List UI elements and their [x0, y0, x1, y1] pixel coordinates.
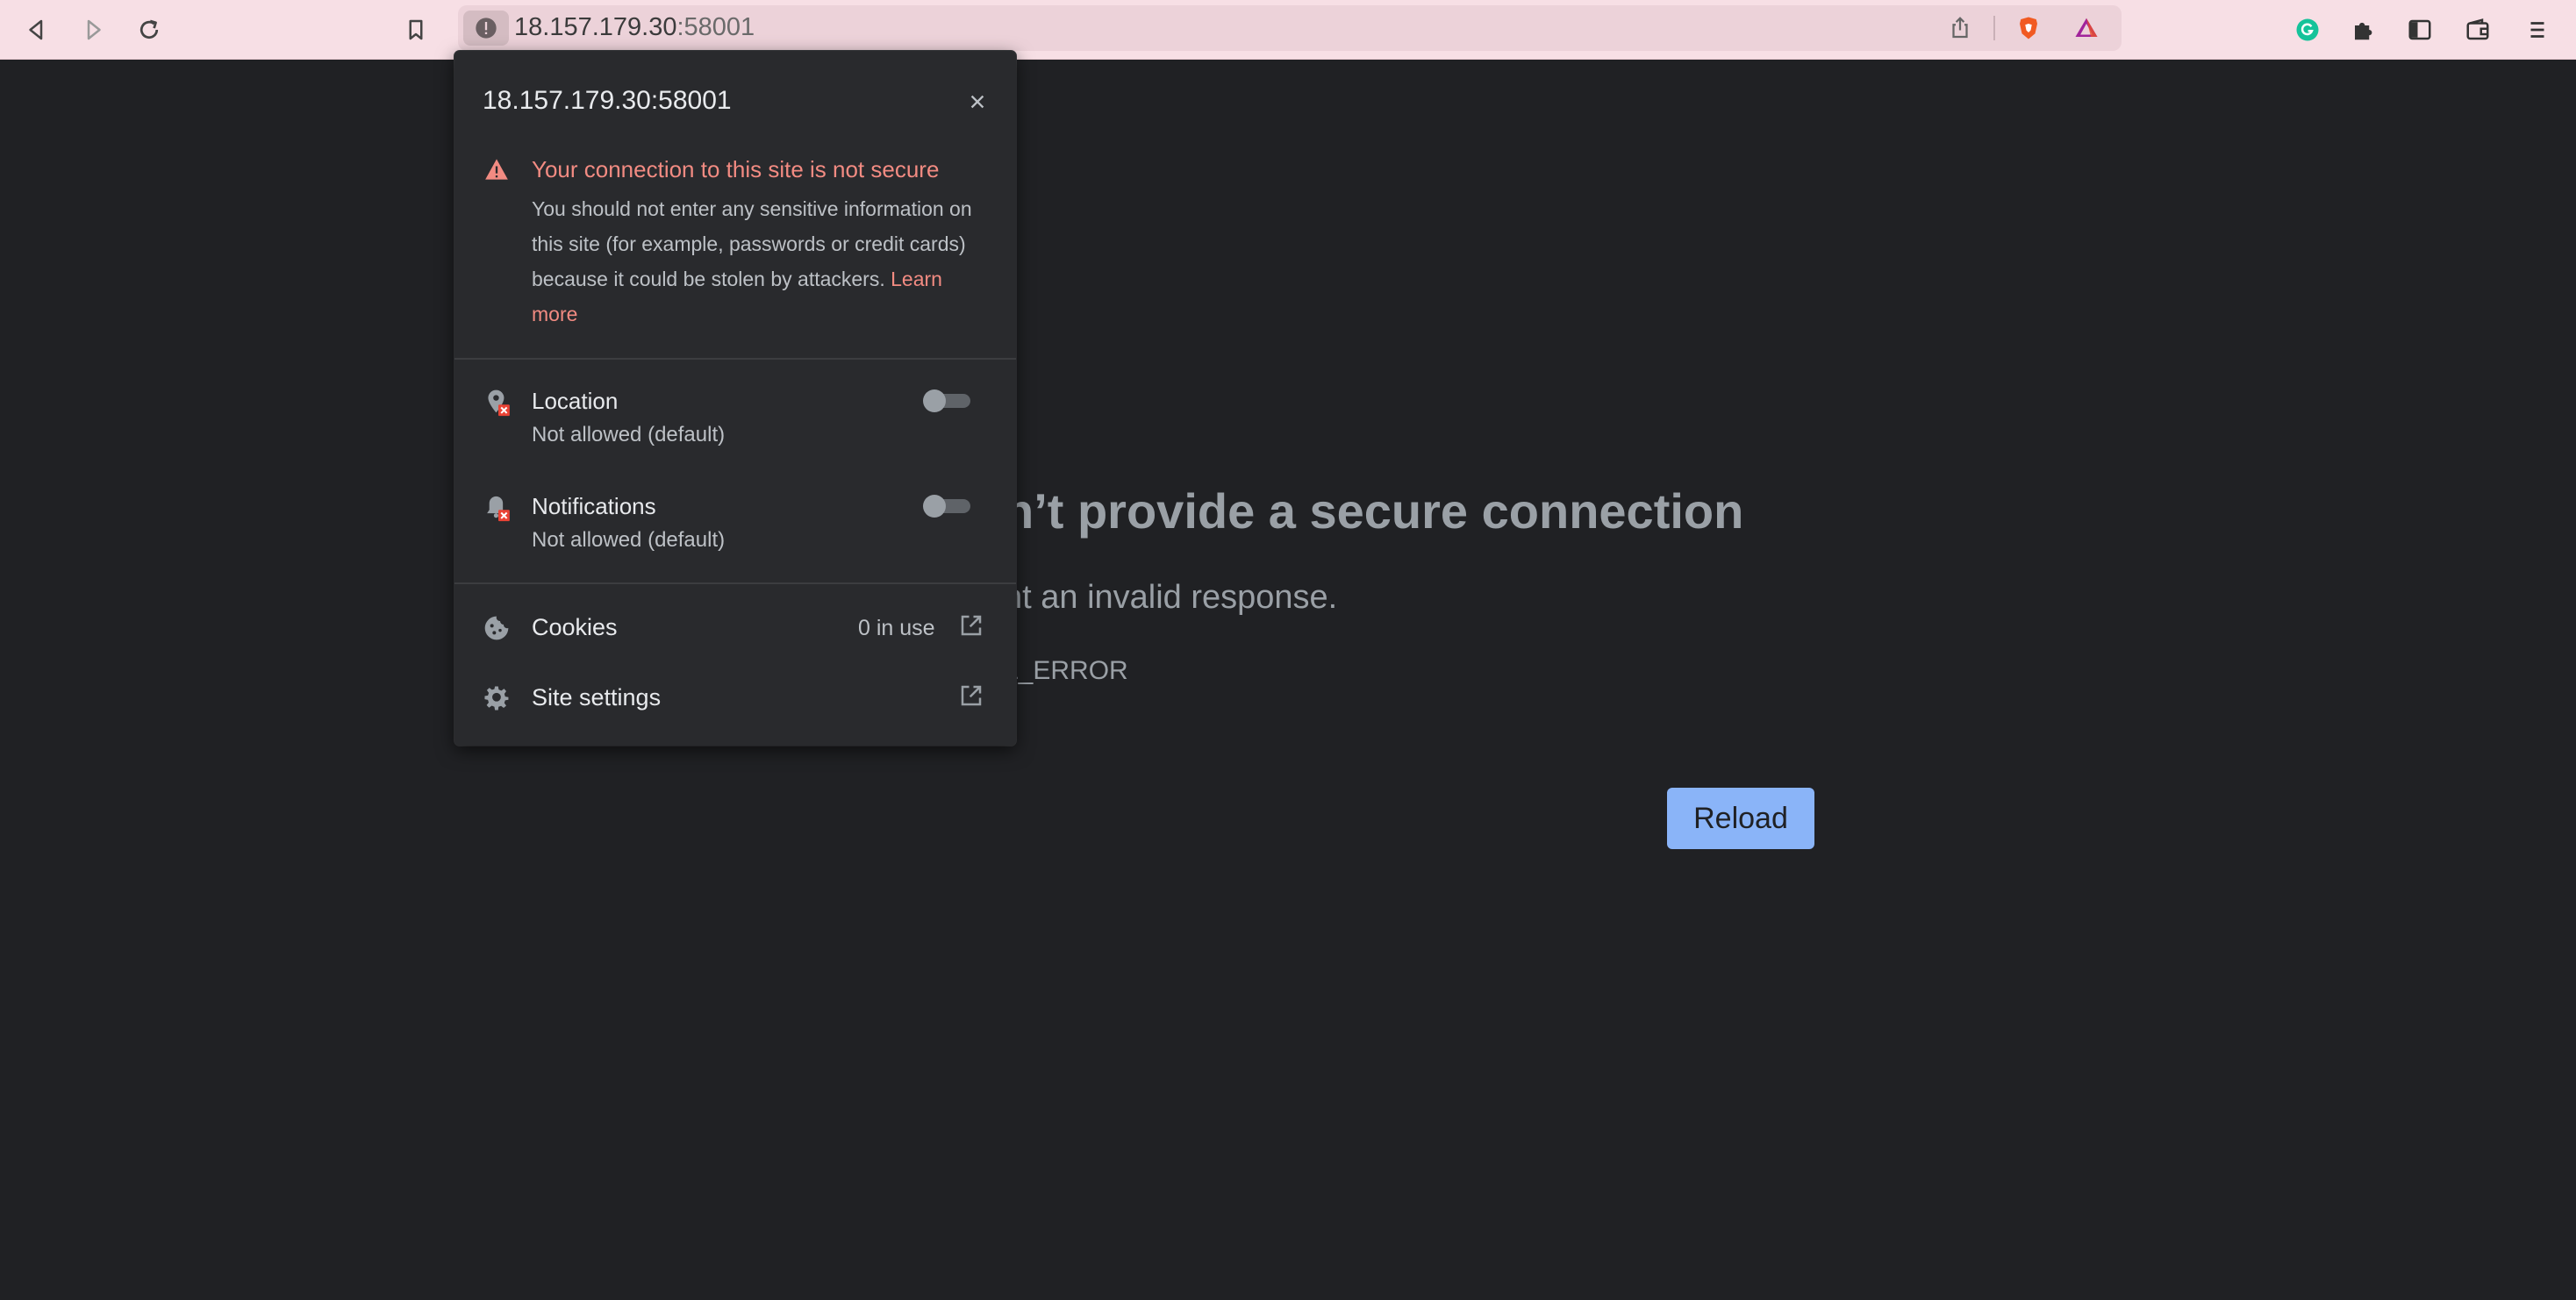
- url-text[interactable]: 18.157.179.30:58001: [514, 13, 755, 42]
- cookies-count: 0 in use: [858, 616, 935, 640]
- info-icon: [476, 18, 497, 39]
- error-title: n’t provide a secure connection: [1004, 483, 1744, 539]
- popup-close-button[interactable]: [960, 84, 995, 119]
- location-toggle[interactable]: [923, 389, 972, 412]
- sidebar-button[interactable]: [2399, 9, 2441, 51]
- reload-button[interactable]: [128, 9, 170, 51]
- back-button[interactable]: [16, 9, 58, 51]
- menu-button[interactable]: [2516, 9, 2558, 51]
- notifications-blocked-icon: [487, 496, 510, 522]
- error-code: L_ERROR: [1004, 656, 1128, 685]
- gear-icon: [484, 686, 509, 711]
- warning-title: Your connection to this site is not secu…: [532, 156, 940, 182]
- extensions-button[interactable]: [2343, 9, 2385, 51]
- close-icon: [970, 95, 984, 109]
- forward-button[interactable]: [72, 9, 114, 51]
- reload-icon: [140, 19, 159, 39]
- share-icon: [1952, 17, 1968, 39]
- cookies-label: Cookies: [532, 614, 618, 640]
- permission-notifications-status: Not allowed (default): [532, 528, 726, 552]
- notifications-toggle[interactable]: [923, 495, 972, 518]
- brave-shields-button[interactable]: [2011, 11, 2046, 46]
- site-info-button[interactable]: [463, 11, 509, 46]
- wallet-button[interactable]: [2457, 9, 2499, 51]
- share-button[interactable]: [1943, 11, 1978, 46]
- reload-page-button[interactable]: Reload: [1667, 788, 1814, 849]
- site-settings-label: Site settings: [532, 684, 662, 711]
- permission-location-label: Location: [532, 388, 619, 414]
- wallet-icon: [2466, 18, 2489, 40]
- popup-site-title: 18.157.179.30:58001: [483, 86, 732, 115]
- brave-rewards-button[interactable]: [2069, 11, 2104, 46]
- grammarly-button[interactable]: [2286, 9, 2329, 51]
- external-link-icon: [961, 685, 982, 706]
- brave-rewards-icon: [2075, 18, 2098, 37]
- browser-toolbar: 18.157.179.30:58001: [0, 0, 2576, 60]
- grammarly-icon: [2296, 18, 2319, 41]
- bookmark-icon: [409, 19, 423, 40]
- popup-separator: [454, 582, 1016, 584]
- omnibox-divider: [1993, 16, 1995, 40]
- url-port: :58001: [676, 13, 755, 41]
- warning-body: You should not enter any sensitive infor…: [532, 191, 988, 332]
- external-link-icon: [961, 615, 982, 636]
- popup-separator: [454, 358, 1016, 360]
- permission-notifications-label: Notifications: [532, 493, 656, 519]
- error-subtitle: nt an invalid response.: [1004, 579, 1338, 616]
- menu-icon: [2530, 22, 2544, 38]
- brave-shields-icon: [2020, 17, 2037, 39]
- sidebar-icon: [2408, 19, 2431, 40]
- extensions-icon: [2355, 22, 2372, 40]
- permission-location-status: Not allowed (default): [532, 423, 726, 446]
- location-blocked-icon: [488, 389, 510, 417]
- site-info-popup: 18.157.179.30:58001 Your connection to t…: [454, 51, 1016, 746]
- url-host: 18.157.179.30: [514, 13, 677, 41]
- address-bar[interactable]: 18.157.179.30:58001: [458, 5, 2122, 51]
- back-icon: [29, 19, 43, 40]
- cookie-icon: [484, 616, 509, 640]
- bookmark-button[interactable]: [395, 9, 437, 51]
- forward-icon: [87, 19, 101, 40]
- warning-icon: [485, 159, 508, 180]
